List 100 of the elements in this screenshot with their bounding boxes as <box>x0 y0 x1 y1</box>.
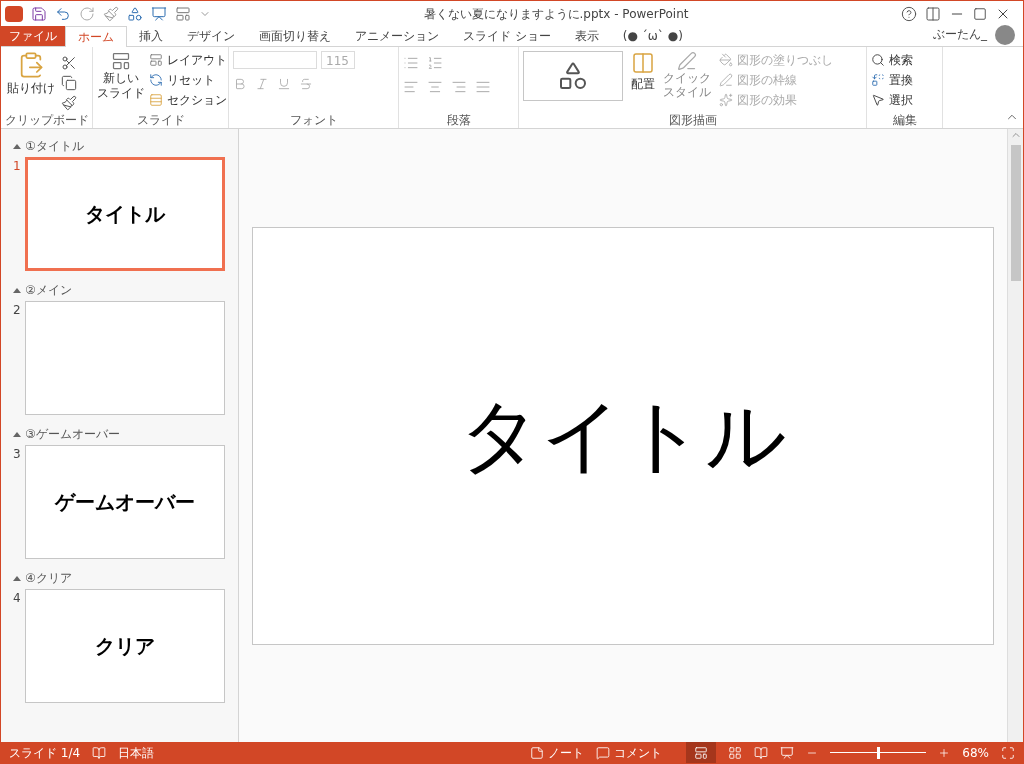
replace-button[interactable]: 置換 <box>871 71 938 89</box>
normal-view-button[interactable] <box>686 742 717 763</box>
undo-icon[interactable] <box>55 6 71 22</box>
slideshow-icon[interactable] <box>780 745 795 760</box>
reset-icon <box>149 73 163 87</box>
italic-icon[interactable] <box>255 77 269 91</box>
ribbon-display-icon[interactable] <box>925 6 941 22</box>
help-icon[interactable] <box>901 6 917 22</box>
ribbon-tab[interactable]: 表示 <box>562 25 611 46</box>
ribbon-tab[interactable]: 画面切り替え <box>247 25 343 46</box>
slide-number: 3 <box>13 446 21 463</box>
shapes-icon <box>557 60 589 92</box>
new-slide-button[interactable]: 新しい スライド <box>97 51 145 112</box>
zoom-slider[interactable] <box>830 746 927 759</box>
comments-button[interactable]: コメント <box>596 743 663 762</box>
user-name[interactable]: ぶーたん_ <box>933 25 987 43</box>
slide-layout-icon <box>111 51 131 71</box>
justify-icon[interactable] <box>475 79 491 95</box>
fit-window-icon[interactable] <box>1001 745 1015 760</box>
paste-button[interactable]: 貼り付け <box>5 51 57 112</box>
scroll-thumb[interactable] <box>1010 145 1021 281</box>
ribbon-tab[interactable]: スライド ショー <box>451 25 563 46</box>
slide-thumbnail[interactable] <box>25 301 225 415</box>
slide-thumbnail[interactable]: クリア <box>25 589 225 703</box>
group-label: 図形描画 <box>667 112 718 128</box>
paint-bucket-icon <box>719 53 733 67</box>
slide-number: 4 <box>13 590 21 607</box>
slideshow-icon[interactable] <box>151 6 167 22</box>
expand-triangle-icon[interactable] <box>13 143 21 149</box>
arrange-button[interactable]: 配置 <box>631 51 655 112</box>
app-icon <box>5 6 23 22</box>
section-title[interactable]: ②メイン <box>25 281 72 299</box>
layout-button[interactable]: レイアウト <box>149 51 227 69</box>
redo-icon[interactable] <box>79 6 95 22</box>
file-tab[interactable]: ファイル <box>1 26 65 46</box>
shapes-icon[interactable] <box>127 6 143 22</box>
bold-icon[interactable] <box>233 77 247 91</box>
slide-title[interactable]: タイトル <box>459 375 787 496</box>
vertical-scrollbar[interactable] <box>1007 129 1023 742</box>
section-title[interactable]: ①タイトル <box>25 137 84 155</box>
reading-view-icon[interactable] <box>754 745 769 760</box>
arrange-icon <box>631 51 655 75</box>
slide-sorter-icon[interactable] <box>728 745 743 760</box>
cut-icon[interactable] <box>61 55 77 71</box>
group-label: スライド <box>135 112 186 128</box>
numbering-icon[interactable] <box>427 55 443 71</box>
reset-button[interactable]: リセット <box>149 71 227 89</box>
slide-canvas[interactable]: タイトル <box>252 226 994 645</box>
copy-icon[interactable] <box>61 75 77 91</box>
notes-button[interactable]: ノート <box>530 743 585 762</box>
align-left-icon[interactable] <box>403 79 419 95</box>
expand-triangle-icon[interactable] <box>13 575 21 581</box>
section-title[interactable]: ③ゲームオーバー <box>25 425 120 443</box>
align-center-icon[interactable] <box>427 79 443 95</box>
note-icon <box>530 745 545 760</box>
save-icon[interactable] <box>31 6 47 22</box>
group-label: クリップボード <box>5 112 88 128</box>
zoom-percentage[interactable]: 68% <box>962 743 989 762</box>
ribbon-tab[interactable]: アニメーション <box>343 25 451 46</box>
layout-icon <box>149 53 163 67</box>
ribbon-tab[interactable]: 挿入 <box>127 25 175 46</box>
expand-triangle-icon[interactable] <box>13 431 21 437</box>
format-painter-icon[interactable] <box>61 95 77 111</box>
zoom-thumb[interactable] <box>876 746 880 759</box>
bullets-icon[interactable] <box>403 55 419 71</box>
thumbnail-title: ゲームオーバー <box>55 489 195 516</box>
maximize-icon[interactable] <box>973 7 987 21</box>
slide-thumbnail[interactable]: タイトル <box>25 157 225 271</box>
quick-style-button[interactable]: クイック スタイル <box>663 51 711 112</box>
section-button[interactable]: セクション <box>149 91 227 109</box>
expand-triangle-icon[interactable] <box>13 287 21 293</box>
slide-number: 2 <box>13 302 21 319</box>
group-label: フォント <box>288 112 339 128</box>
comment-icon <box>596 745 611 760</box>
font-name-field[interactable] <box>233 51 317 69</box>
zoom-in-icon[interactable] <box>938 746 951 759</box>
brush-icon[interactable] <box>103 6 119 22</box>
strikethrough-icon[interactable] <box>299 77 313 91</box>
language-label[interactable]: 日本語 <box>118 743 155 762</box>
section-icon <box>149 93 163 107</box>
pen-icon <box>677 51 697 71</box>
find-button[interactable]: 検索 <box>871 51 938 69</box>
group-label: 編集 <box>891 112 918 128</box>
shapes-gallery[interactable] <box>523 51 623 101</box>
slide-thumbnail[interactable]: ゲームオーバー <box>25 445 225 559</box>
normal-view-icon <box>694 745 709 760</box>
ribbon-tab[interactable]: (● ´ω` ●) <box>610 25 695 46</box>
sparkle-icon <box>719 93 733 107</box>
select-button[interactable]: 選択 <box>871 91 938 109</box>
ribbon-tab[interactable]: ホーム <box>65 26 127 47</box>
thumbnail-title: タイトル <box>85 201 165 228</box>
window-title: 暑くない夏になりますように.pptx - PowerPoint <box>423 6 689 23</box>
pen-icon <box>719 73 733 87</box>
replace-icon <box>871 73 885 87</box>
align-right-icon[interactable] <box>451 79 467 95</box>
thumbnail-title: クリア <box>95 633 155 660</box>
section-title[interactable]: ④クリア <box>25 569 72 587</box>
underline-icon[interactable] <box>277 77 291 91</box>
ribbon-tab[interactable]: デザイン <box>175 25 247 46</box>
search-icon <box>871 53 885 67</box>
